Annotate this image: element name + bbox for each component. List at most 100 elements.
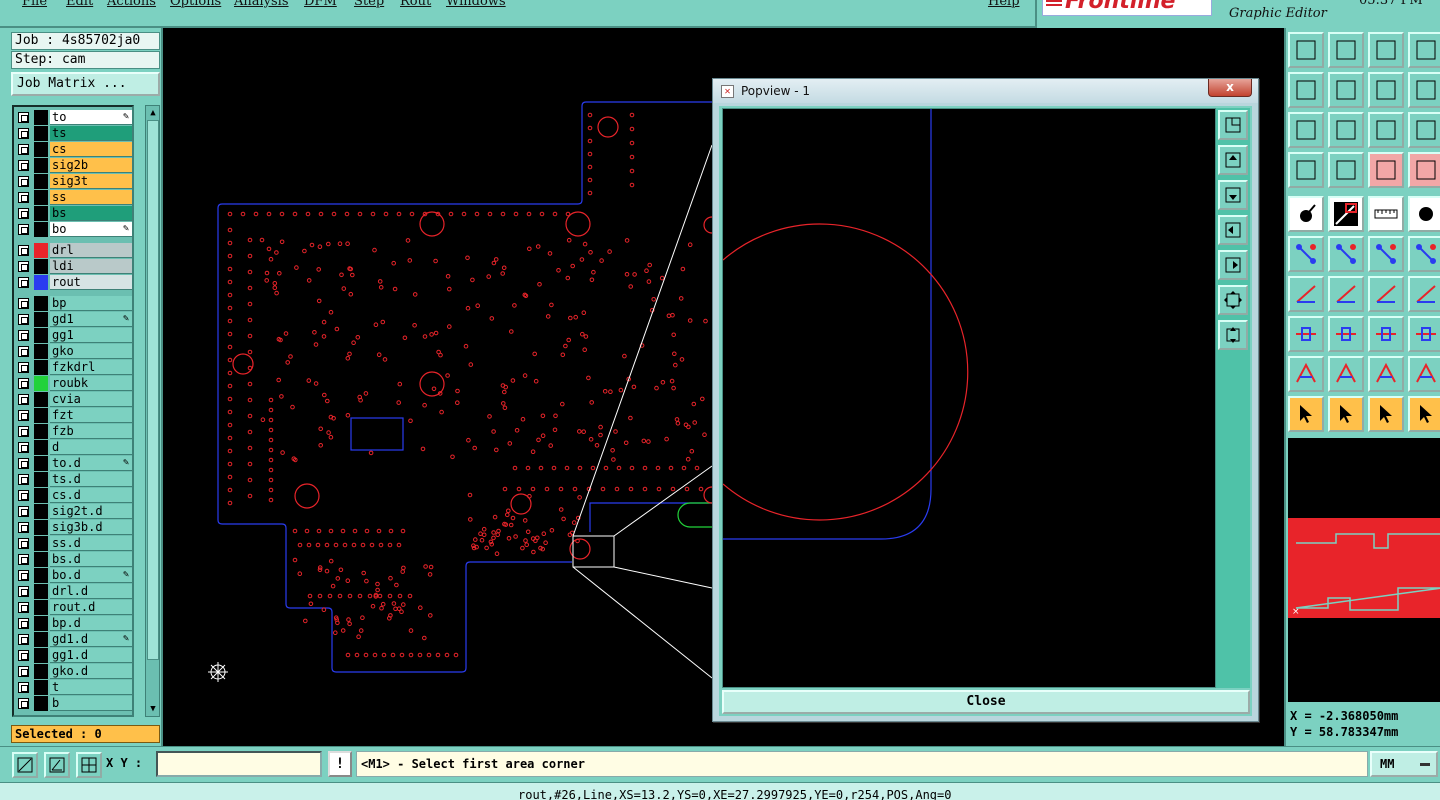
layer-row[interactable]: ldi xyxy=(14,259,132,274)
probe-tool-button[interactable] xyxy=(1328,152,1364,188)
menu-actions[interactable]: Actions xyxy=(107,0,156,9)
menu-windows[interactable]: Windows xyxy=(446,0,506,9)
copy-tool-button[interactable] xyxy=(1288,316,1324,352)
layer-checkbox[interactable] xyxy=(18,634,29,645)
layers-b-tool-button[interactable] xyxy=(1408,152,1440,188)
center-tool-button[interactable] xyxy=(1328,112,1364,148)
popview-center-button[interactable] xyxy=(1218,320,1248,350)
layer-checkbox[interactable] xyxy=(18,618,29,629)
peak-c-tool-button[interactable] xyxy=(1408,356,1440,392)
popview-titlebar[interactable]: ✕ Popview - 1 xyxy=(713,79,1258,103)
layer-checkbox[interactable] xyxy=(18,261,29,272)
window-tool-button[interactable] xyxy=(1408,32,1440,68)
layer-checkbox[interactable] xyxy=(18,586,29,597)
line-cut-tool-button[interactable] xyxy=(1328,316,1364,352)
layer-row[interactable]: ts xyxy=(14,126,132,141)
layer-checkbox[interactable] xyxy=(18,698,29,709)
popview-window[interactable]: ✕ Popview - 1 x Close xyxy=(712,78,1259,722)
layer-name[interactable]: gko.d xyxy=(50,664,132,679)
layer-row[interactable]: drl.d xyxy=(14,584,132,599)
layer-row[interactable]: drl xyxy=(14,243,132,258)
scale-tool-button[interactable] xyxy=(1368,112,1404,148)
layer-checkbox[interactable] xyxy=(18,538,29,549)
fit-tool-button[interactable] xyxy=(1288,112,1324,148)
layer-checkbox[interactable] xyxy=(18,192,29,203)
layer-name[interactable]: fzt xyxy=(50,408,132,423)
layer-checkbox[interactable] xyxy=(18,160,29,171)
popview-zoom-in-button[interactable] xyxy=(1218,110,1248,140)
layer-row[interactable]: cvia xyxy=(14,392,132,407)
rotate-tool-button[interactable] xyxy=(1368,276,1404,312)
layer-checkbox[interactable] xyxy=(18,554,29,565)
layer-name[interactable]: sig3t xyxy=(50,174,132,189)
layer-row[interactable]: b xyxy=(14,696,132,711)
scroll-thumb[interactable] xyxy=(147,120,159,660)
layer-row[interactable]: bo.d ✎ xyxy=(14,568,132,583)
menu-dfm[interactable]: DFM xyxy=(304,0,337,9)
layer-checkbox[interactable] xyxy=(18,362,29,373)
layer-scrollbar[interactable]: ▲ ▼ xyxy=(145,105,160,717)
layer-row[interactable]: fzt xyxy=(14,408,132,423)
layer-checkbox[interactable] xyxy=(18,112,29,123)
layer-name[interactable]: gko xyxy=(50,344,132,359)
layer-row[interactable]: d xyxy=(14,440,132,455)
layer-row[interactable]: bp xyxy=(14,296,132,311)
layer-checkbox[interactable] xyxy=(18,666,29,677)
menu-step[interactable]: Step xyxy=(354,0,384,9)
navigator-panel[interactable]: × xyxy=(1288,438,1440,702)
select-tool-button[interactable] xyxy=(1288,396,1324,432)
layer-checkbox[interactable] xyxy=(18,682,29,693)
layer-checkbox[interactable] xyxy=(18,378,29,389)
layer-name[interactable]: bp xyxy=(50,296,132,311)
layer-name[interactable]: bp.d xyxy=(50,616,132,631)
cross-tool-button[interactable] xyxy=(1328,236,1364,272)
add-pad-tool-button[interactable] xyxy=(1288,196,1324,232)
layer-name[interactable]: rout.d xyxy=(50,600,132,615)
scroll-up-icon[interactable]: ▲ xyxy=(147,107,159,119)
peak-b-tool-button[interactable] xyxy=(1368,356,1404,392)
layer-checkbox[interactable] xyxy=(18,426,29,437)
layer-name[interactable]: drl.d xyxy=(50,584,132,599)
layer-name[interactable]: rout xyxy=(50,275,132,290)
layer-name[interactable]: gg1 xyxy=(50,328,132,343)
layer-name[interactable]: ts.d xyxy=(50,472,132,487)
move-point-tool-button[interactable] xyxy=(1368,236,1404,272)
menu-help[interactable]: Help xyxy=(988,0,1020,9)
popview-close-button[interactable]: Close xyxy=(722,690,1250,714)
layer-name[interactable]: cvia xyxy=(50,392,132,407)
layers-a-tool-button[interactable] xyxy=(1368,152,1404,188)
layer-name[interactable]: fzb xyxy=(50,424,132,439)
layer-checkbox[interactable] xyxy=(18,128,29,139)
popview-pan-right-button[interactable] xyxy=(1218,250,1248,280)
layer-checkbox[interactable] xyxy=(18,442,29,453)
window-close-button[interactable]: x xyxy=(1208,79,1252,97)
layer-row[interactable]: gd1.d ✎ xyxy=(14,632,132,647)
draw-arc-tool-button[interactable] xyxy=(1328,276,1364,312)
layer-name[interactable]: t xyxy=(50,680,132,695)
menu-rout[interactable]: Rout xyxy=(400,0,431,9)
layer-name[interactable]: bs xyxy=(50,206,132,221)
layer-name[interactable]: bs.d xyxy=(50,552,132,567)
layer-row[interactable]: t xyxy=(14,680,132,695)
layer-checkbox[interactable] xyxy=(18,298,29,309)
menu-file[interactable]: File xyxy=(22,0,47,9)
layer-name[interactable]: to.d ✎ xyxy=(50,456,132,471)
xy-input[interactable] xyxy=(156,751,322,777)
peak-a-tool-button[interactable] xyxy=(1328,356,1364,392)
layer-row[interactable]: ss.d xyxy=(14,536,132,551)
layer-name[interactable]: b xyxy=(50,696,132,711)
layer-checkbox[interactable] xyxy=(18,277,29,288)
popview-pan-left-button[interactable] xyxy=(1218,215,1248,245)
layer-checkbox[interactable] xyxy=(18,346,29,357)
layer-row[interactable]: bp.d xyxy=(14,616,132,631)
settings-tool-button[interactable] xyxy=(1288,152,1324,188)
menu-options[interactable]: Options xyxy=(170,0,221,9)
layer-name[interactable]: to ✎ xyxy=(50,110,132,125)
layer-row[interactable]: bs xyxy=(14,206,132,221)
layer-checkbox[interactable] xyxy=(18,176,29,187)
ruler-tool-button[interactable] xyxy=(1368,196,1404,232)
reset-tool-button[interactable] xyxy=(1368,72,1404,108)
job-matrix-button[interactable]: Job Matrix ... xyxy=(11,72,160,96)
feature-tool-button[interactable] xyxy=(1408,276,1440,312)
layer-name[interactable]: drl xyxy=(50,243,132,258)
